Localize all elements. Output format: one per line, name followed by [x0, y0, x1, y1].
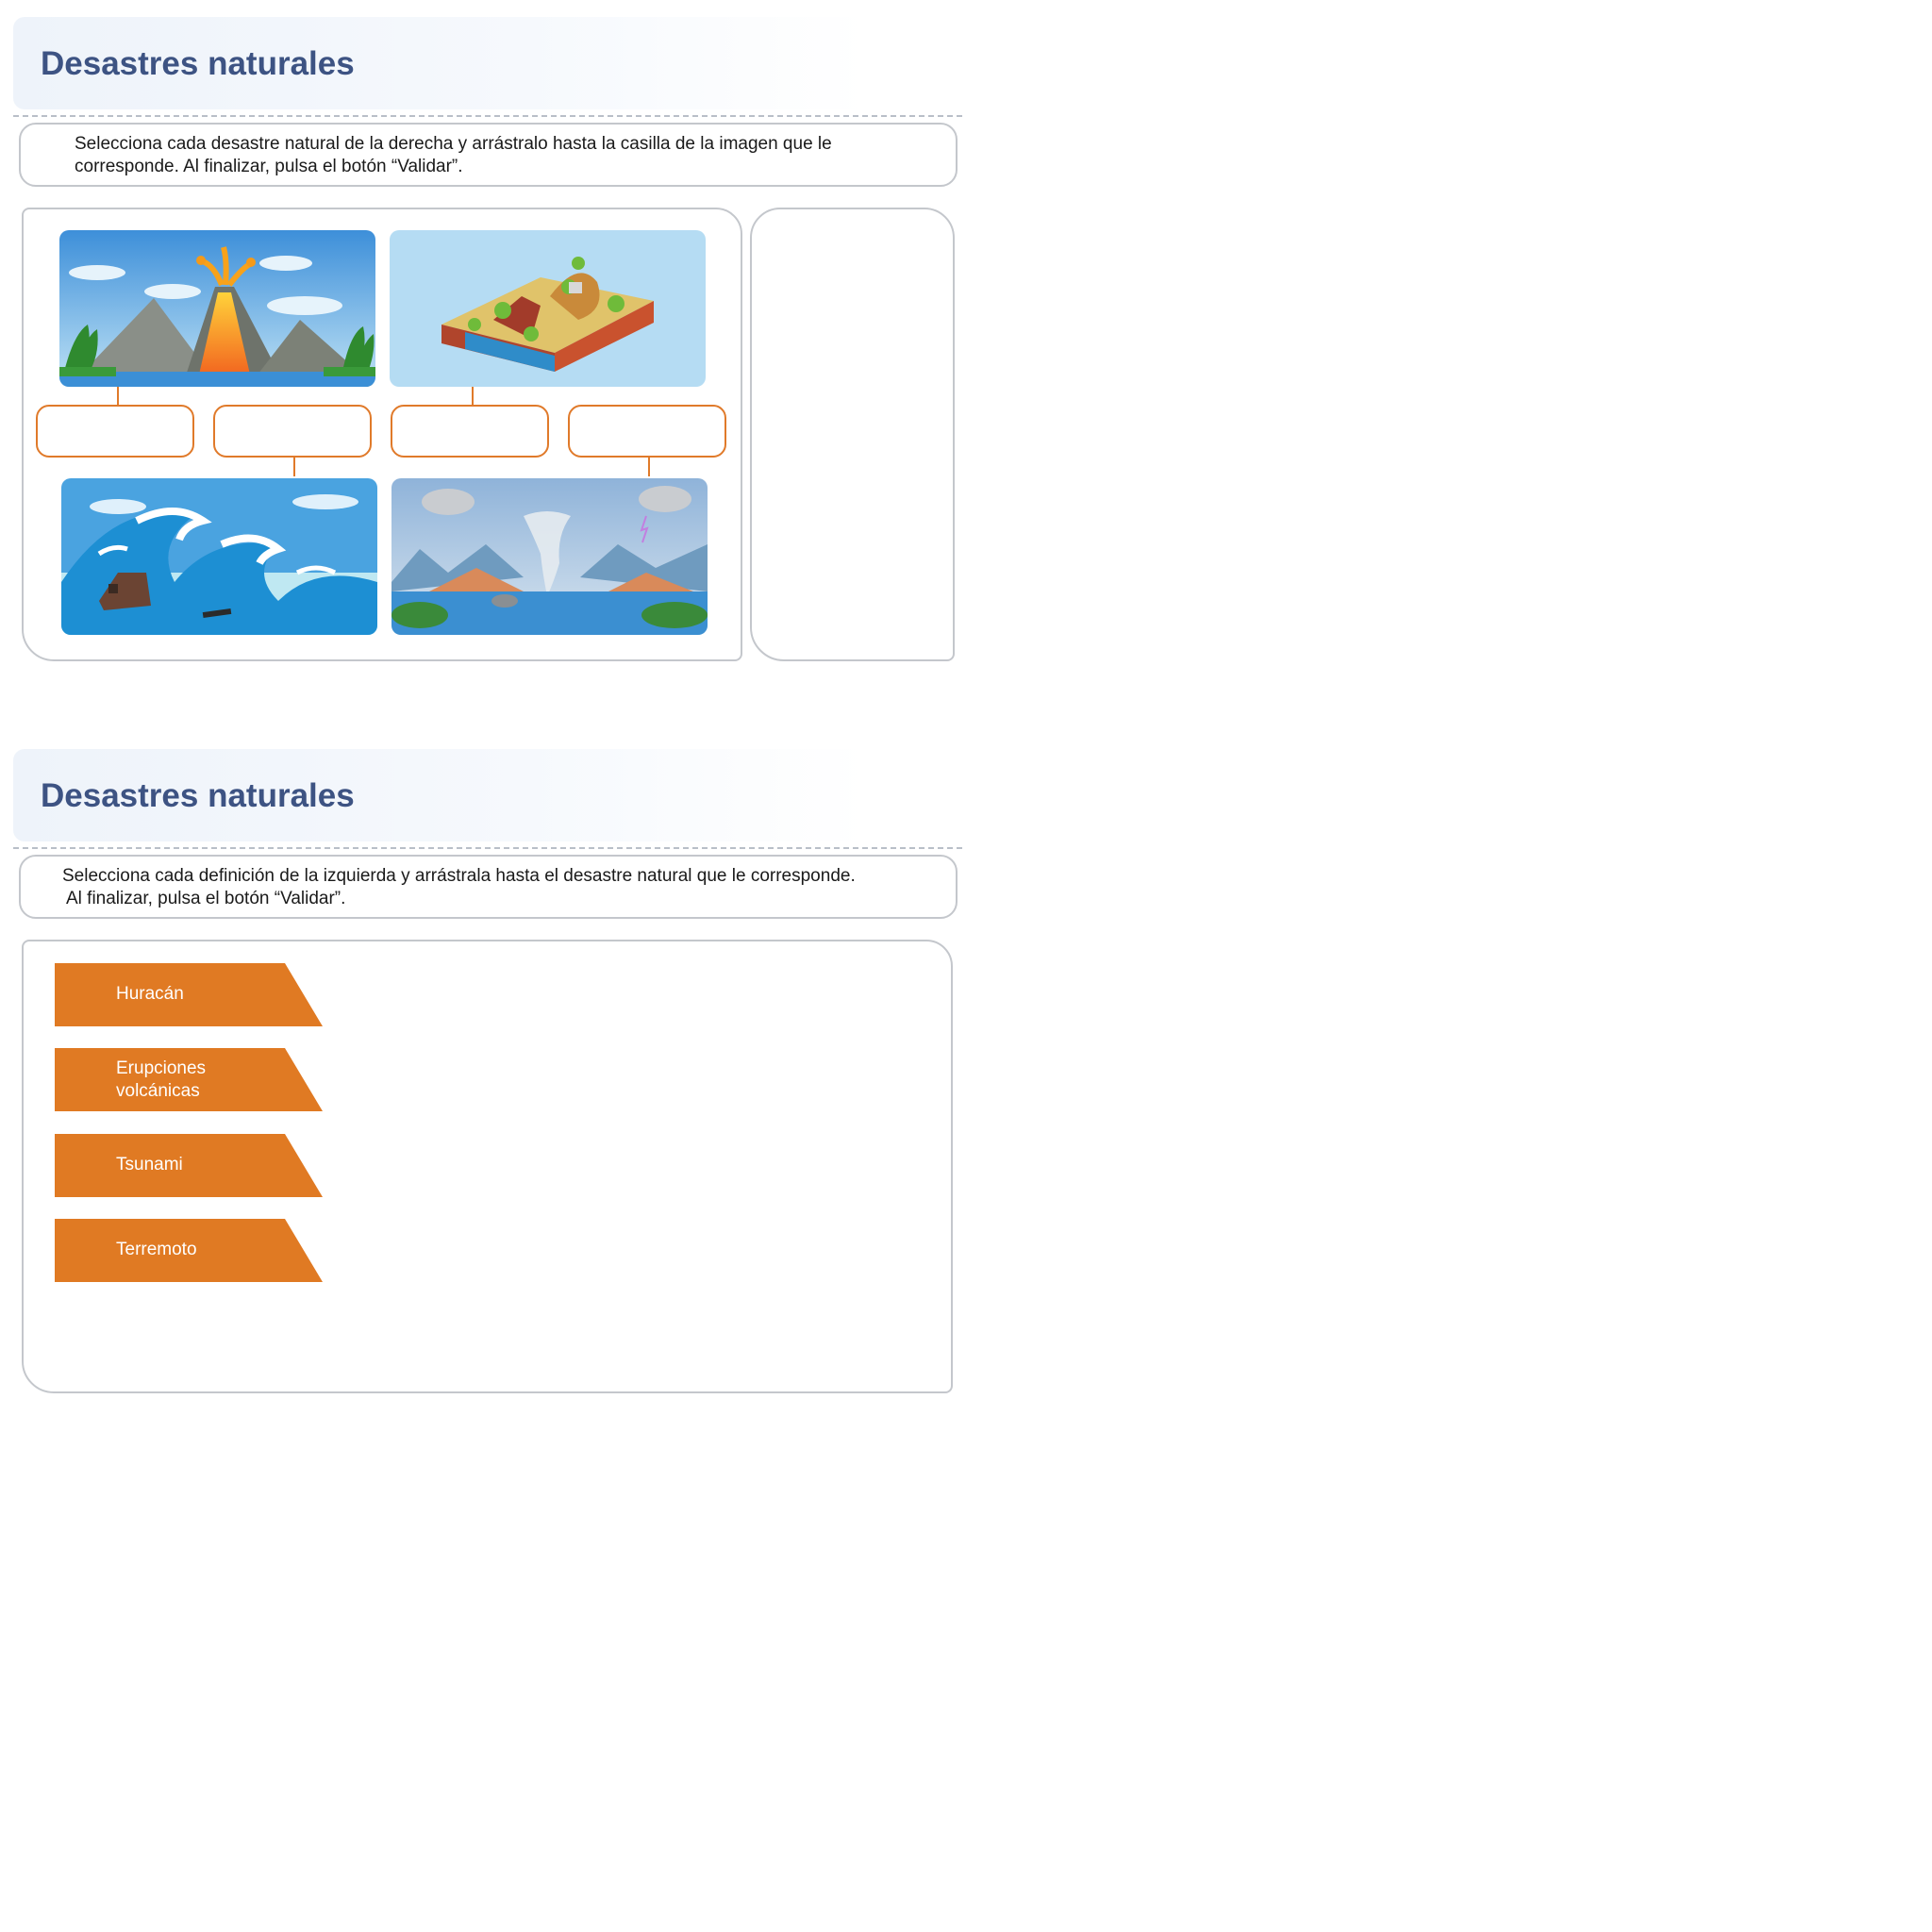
divider: [13, 847, 962, 849]
tag-label: Erupciones: [116, 1058, 207, 1078]
disaster-tag-tsunami[interactable]: Tsunami: [55, 1134, 323, 1197]
instruction-line-1: Selecciona cada definición de la izquier…: [62, 866, 856, 886]
disaster-tag-huracan[interactable]: Huracán: [55, 963, 323, 1026]
instruction-box: Selecciona cada desastre natural de la d…: [19, 123, 958, 187]
instruction-line-2: corresponde. Al finalizar, pulsa el botó…: [75, 157, 463, 176]
section-2-header: Desastres naturales: [13, 749, 867, 841]
instruction-box: Selecciona cada definición de la izquier…: [19, 855, 958, 919]
page-title: Desastres naturales: [41, 777, 355, 814]
divider: [13, 115, 962, 117]
drop-slot-1[interactable]: [36, 405, 194, 458]
tag-label: Tsunami: [116, 1155, 183, 1174]
hurricane-image: [391, 478, 708, 635]
image-matching-panel: [22, 208, 742, 661]
tsunami-image: [61, 478, 377, 635]
instruction-line-2: Al finalizar, pulsa el botón “Validar”.: [66, 889, 346, 908]
connector-line: [293, 458, 295, 476]
answer-bank-panel: [750, 208, 955, 661]
volcano-image: [59, 230, 375, 387]
page-title: Desastres naturales: [41, 45, 355, 82]
disaster-tag-terremoto[interactable]: Terremoto: [55, 1219, 323, 1282]
drop-slot-3[interactable]: [391, 405, 549, 458]
connector-line: [117, 387, 119, 406]
connector-line: [472, 387, 474, 406]
drop-slot-4[interactable]: [568, 405, 726, 458]
tag-label: Terremoto: [116, 1240, 197, 1259]
earthquake-image: [390, 230, 706, 387]
tag-label: volcánicas: [116, 1081, 200, 1101]
connector-line: [648, 458, 650, 476]
drop-slot-2[interactable]: [213, 405, 372, 458]
instruction-line-1: Selecciona cada desastre natural de la d…: [75, 134, 832, 154]
disaster-tag-erupciones-volcanicas[interactable]: Erupciones volcánicas: [55, 1048, 323, 1111]
section-1-header: Desastres naturales: [13, 17, 867, 109]
tag-label: Huracán: [116, 984, 184, 1004]
